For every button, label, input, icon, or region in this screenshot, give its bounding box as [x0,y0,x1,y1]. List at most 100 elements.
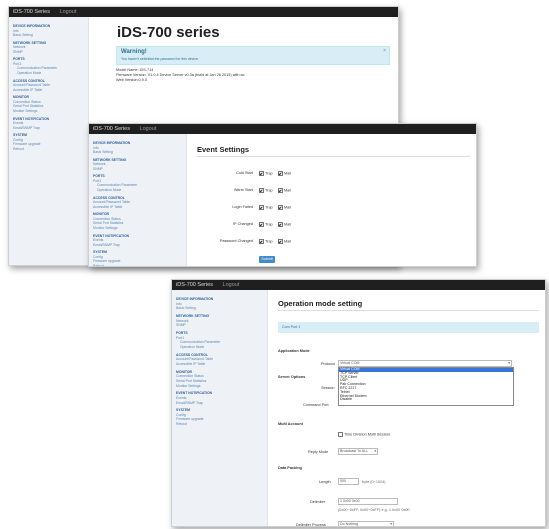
sidebar-item[interactable]: Accessible IP Table [176,362,267,367]
brand-link[interactable]: iDS-700 Series [176,282,213,288]
trap-checkbox[interactable] [259,188,264,193]
sidebar-item[interactable]: Monitor Settings [93,226,186,231]
top-navbar: iDS-700 Series Logout [172,280,545,290]
trap-checkbox[interactable] [259,171,264,176]
chevron-down-icon: ▾ [390,522,392,526]
protocol-option[interactable]: Disable [339,398,513,402]
trap-label: Trap [265,222,273,227]
delimiter-process-label: Delimiter Process [296,523,326,527]
title-divider [278,310,539,311]
sidebar-item[interactable]: Reboot [176,422,267,427]
mail-label: Mail [284,171,291,176]
trap-checkbox[interactable] [259,222,264,227]
delimiter-input[interactable]: 1 0x00 0x00 [338,498,398,505]
protocol-select-value: Virtual COM [340,361,360,365]
sidebar-item[interactable]: Basic Setting [13,33,88,38]
delimiter-label: Delimiter [310,500,325,504]
data-packing-heading: Data Packing [278,466,302,470]
submit-button[interactable]: Submit [259,256,275,263]
time-division-option: Time Division Multi Session [338,432,390,437]
mail-checkbox[interactable] [278,222,283,227]
trap-option: Trap [259,222,273,227]
sidebar: DEVICE INFORMATION Info Basic Setting NETWO… [89,134,187,266]
sidebar-item[interactable]: SNMP [93,167,186,172]
event-label: Login Failed [232,205,253,209]
trap-checkbox[interactable] [259,205,264,210]
window-operation-mode: iDS-700 Series Logout DEVICE INFORMATION… [171,279,546,527]
sidebar-item[interactable]: SNMP [176,323,267,328]
trap-option: Trap [259,171,273,176]
server-options-heading: Server Options [278,375,306,379]
trap-label: Trap [265,188,273,193]
mail-option: Mail [278,239,291,244]
sidebar-item[interactable]: Email/SNMP Trap [93,243,186,248]
port-tab-bar: Com Port 1 [278,322,539,333]
sidebar-item[interactable]: Operation Mode [176,345,267,350]
mail-checkbox[interactable] [278,171,283,176]
warning-text: You haven't set/initial the password for… [121,57,199,61]
sidebar-item[interactable]: Operation Mode [13,71,88,76]
sidebar-item[interactable]: Monitor Settings [13,109,88,114]
mail-option: Mail [278,188,291,193]
close-icon[interactable]: × [383,48,386,54]
event-label: Cold Start [236,171,253,175]
main-content: Event Settings Cold Start Trap Mail Warm St… [187,134,476,266]
delimiter-process-select[interactable]: Do Nothing ▾ [338,521,394,526]
delimiter-hint: (0x00~0xFF, 0x00~0xFF) e.g. 1 0x00 0x00 [338,508,410,512]
session-label: Session [321,386,335,390]
sidebar-item[interactable]: Monitor Settings [176,384,267,389]
sidebar-item[interactable]: SNMP [13,50,88,55]
title-divider [197,156,470,157]
page-title: Event Settings [197,145,250,154]
sidebar-item[interactable]: Basic Setting [93,150,186,155]
reply-mode-value: Broadcast To ALL [340,449,369,453]
reply-mode-select[interactable]: Broadcast To ALL ▾ [338,448,378,455]
device-info-line: Web Version:0.9.0 [116,78,147,82]
sidebar-item[interactable]: Reboot [13,147,88,152]
page-title: iDS-700 series [117,24,220,41]
sidebar: DEVICE INFORMATION Info Basic Setting NETWO… [172,290,268,526]
mail-checkbox[interactable] [278,188,283,193]
event-label: IP Changed [233,222,253,226]
mail-checkbox[interactable] [278,205,283,210]
multi-account-heading: Multi Account [278,422,303,426]
protocol-options-list[interactable]: Virtual COM TCP Server TCP Client UDP Pair C… [338,367,514,406]
sidebar-item[interactable]: Email/SNMP Trap [176,401,267,406]
command-port-label: Command Port [303,403,329,407]
time-division-checkbox[interactable] [338,432,343,437]
tab-com-port-1[interactable]: Com Port 1 [282,325,300,329]
mail-label: Mail [284,222,291,227]
trap-label: Trap [265,239,273,244]
sidebar-item[interactable]: Operation Mode [93,188,186,193]
sidebar-item[interactable]: Accessible IP Table [13,88,88,93]
top-navbar: iDS-700 Series Logout [89,124,476,134]
mail-checkbox[interactable] [278,239,283,244]
sidebar-item[interactable]: Reboot [93,264,186,266]
page-title: Operation mode setting [278,299,363,308]
mail-label: Mail [284,239,291,244]
brand-link[interactable]: iDS-700 Series [93,126,130,132]
trap-option: Trap [259,188,273,193]
main-content: Operation mode setting Com Port 1 Applic… [268,290,545,526]
logout-link[interactable]: Logout [140,126,157,132]
protocol-label: Protocol [321,362,335,366]
sidebar-item[interactable]: Email/SNMP Trap [13,126,88,131]
chevron-down-icon: ▾ [374,449,376,453]
length-hint: byte (0~1024) [362,480,386,484]
brand-link[interactable]: iDS-700 Series [13,9,50,15]
logout-link[interactable]: Logout [60,9,77,15]
top-navbar: iDS-700 Series Logout [9,7,398,17]
time-division-label: Time Division Multi Session [344,432,391,437]
sidebar-item[interactable]: Basic Setting [176,306,267,311]
mail-option: Mail [278,205,291,210]
sidebar: DEVICE INFORMATION Info Basic Setting NETWO… [9,17,89,265]
warning-alert: Warning! You haven't set/initial the pas… [116,46,390,65]
protocol-select[interactable]: Virtual COM ▾ [338,360,512,367]
sidebar-item[interactable]: Accessible IP Table [93,205,186,210]
trap-checkbox[interactable] [259,239,264,244]
mail-label: Mail [284,205,291,210]
trap-label: Trap [265,205,273,210]
length-input[interactable]: 500 [338,478,359,485]
logout-link[interactable]: Logout [223,282,240,288]
mail-label: Mail [284,188,291,193]
